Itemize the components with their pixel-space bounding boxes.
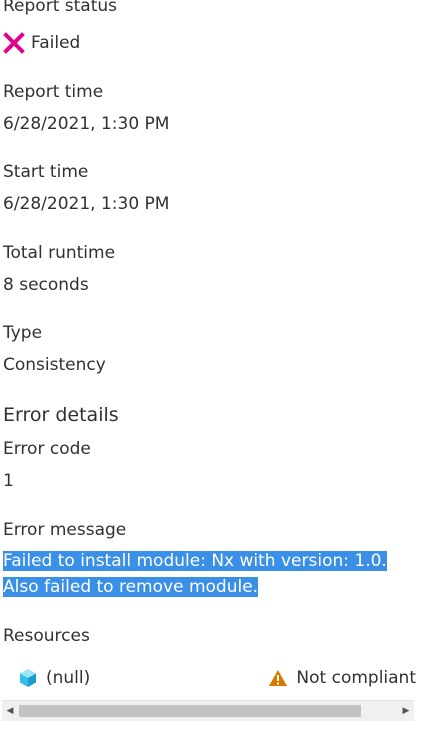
report-time-label: Report time [3,82,104,102]
scrollbar-thumb[interactable] [19,705,361,717]
total-runtime-label: Total runtime [3,243,116,263]
error-message-text[interactable]: Failed to install module: Nx with versio… [3,548,387,600]
horizontal-scrollbar[interactable]: ◀ ▶ [2,700,414,721]
resource-compliance-cell: Not compliant [268,668,416,688]
scroll-right-arrow-icon[interactable]: ▶ [398,701,414,721]
close-x-icon [3,32,25,54]
error-message-label: Error message [3,520,127,540]
total-runtime-value: 8 seconds [3,275,89,295]
resources-label: Resources [3,626,90,646]
error-message-line[interactable]: Also failed to remove module. [3,577,259,597]
resource-row[interactable]: (null) Not compliant [0,663,416,693]
cube-icon [20,669,36,687]
scroll-left-arrow-icon[interactable]: ◀ [2,701,18,721]
error-message-line[interactable]: Failed to install module: Nx with versio… [3,551,387,571]
resource-name[interactable]: (null) [46,668,90,688]
type-value: Consistency [3,355,106,375]
resource-name-cell[interactable]: (null) [18,668,90,688]
status-text: Failed [31,33,81,53]
type-label: Type [3,323,43,343]
report-time-value: 6/28/2021, 1:30 PM [3,114,170,134]
compliance-status: Not compliant [296,668,416,688]
report-status-value: Failed [3,31,80,55]
error-code-label: Error code [3,439,91,459]
error-details-title: Error details [3,404,119,426]
error-code-value: 1 [3,471,14,491]
start-time-value: 6/28/2021, 1:30 PM [3,194,170,214]
start-time-label: Start time [3,162,89,182]
report-status-label: Report status [3,0,117,16]
warning-icon [269,670,288,686]
